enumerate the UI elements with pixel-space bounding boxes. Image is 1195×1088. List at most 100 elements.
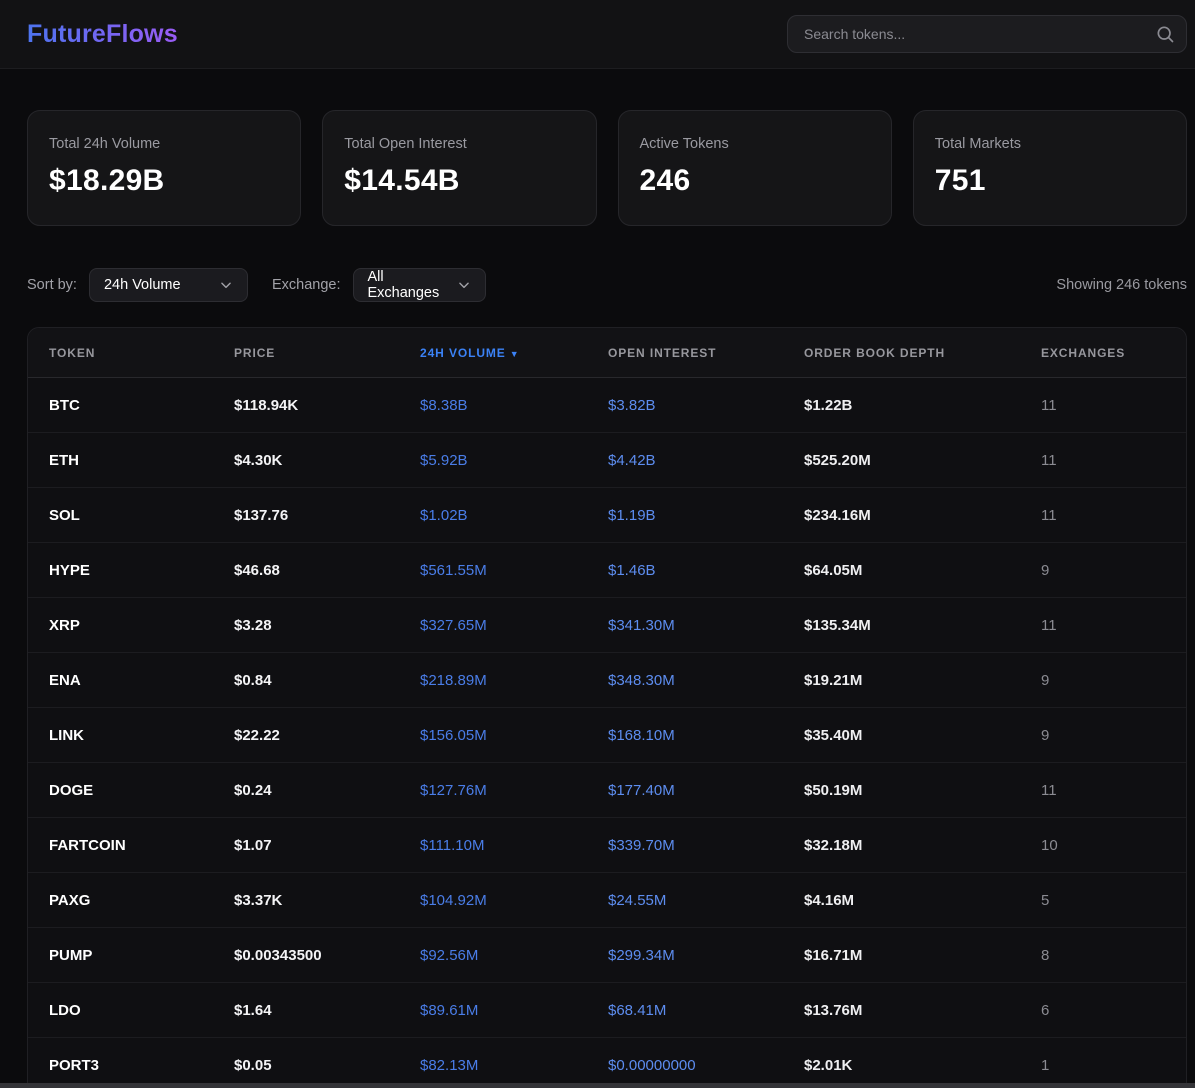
table-row[interactable]: ENA $0.84 $218.89M $348.30M $19.21M 9 bbox=[28, 653, 1186, 708]
token-price: $0.24 bbox=[234, 782, 420, 799]
token-24h-volume: $561.55M bbox=[420, 562, 608, 579]
showing-tokens-count: Showing 246 tokens bbox=[1056, 277, 1187, 293]
app-logo: FutureFlows bbox=[27, 20, 178, 49]
stat-value: $14.54B bbox=[344, 164, 574, 198]
stat-card-total-24h-volume: Total 24h Volume $18.29B bbox=[27, 110, 301, 226]
stat-label: Total Open Interest bbox=[344, 136, 574, 152]
token-exchanges: 11 bbox=[1041, 507, 1186, 524]
token-depth: $64.05M bbox=[804, 562, 1041, 579]
token-symbol: PAXG bbox=[49, 892, 234, 909]
token-price: $0.84 bbox=[234, 672, 420, 689]
table-row[interactable]: PORT3 $0.05 $82.13M $0.00000000 $2.01K 1 bbox=[28, 1038, 1186, 1088]
token-price: $3.37K bbox=[234, 892, 420, 909]
table-row[interactable]: HYPE $46.68 $561.55M $1.46B $64.05M 9 bbox=[28, 543, 1186, 598]
token-24h-volume: $218.89M bbox=[420, 672, 608, 689]
column-header-price[interactable]: Price bbox=[234, 346, 420, 360]
column-header-token[interactable]: Token bbox=[49, 346, 234, 360]
token-price: $118.94K bbox=[234, 397, 420, 414]
table-row[interactable]: SOL $137.76 $1.02B $1.19B $234.16M 11 bbox=[28, 488, 1186, 543]
top-bar: FutureFlows bbox=[0, 0, 1195, 69]
token-depth: $50.19M bbox=[804, 782, 1041, 799]
token-open-interest: $4.42B bbox=[608, 452, 804, 469]
token-24h-volume: $111.10M bbox=[420, 837, 608, 854]
token-symbol: HYPE bbox=[49, 562, 234, 579]
token-symbol: BTC bbox=[49, 397, 234, 414]
token-24h-volume: $82.13M bbox=[420, 1057, 608, 1074]
token-depth: $4.16M bbox=[804, 892, 1041, 909]
table-row[interactable]: BTC $118.94K $8.38B $3.82B $1.22B 11 bbox=[28, 378, 1186, 433]
exchange-select[interactable]: All Exchanges bbox=[353, 268, 486, 302]
token-24h-volume: $327.65M bbox=[420, 617, 608, 634]
column-header-24h-volume[interactable]: 24h Volume▼ bbox=[420, 346, 608, 360]
token-24h-volume: $5.92B bbox=[420, 452, 608, 469]
token-exchanges: 5 bbox=[1041, 892, 1186, 909]
token-24h-volume: $8.38B bbox=[420, 397, 608, 414]
table-row[interactable]: DOGE $0.24 $127.76M $177.40M $50.19M 11 bbox=[28, 763, 1186, 818]
chevron-down-icon bbox=[457, 278, 471, 292]
token-exchanges: 11 bbox=[1041, 452, 1186, 469]
token-open-interest: $348.30M bbox=[608, 672, 804, 689]
token-depth: $234.16M bbox=[804, 507, 1041, 524]
sort-select-value: 24h Volume bbox=[104, 277, 181, 293]
token-open-interest: $341.30M bbox=[608, 617, 804, 634]
token-price: $1.07 bbox=[234, 837, 420, 854]
table-row[interactable]: PUMP $0.00343500 $92.56M $299.34M $16.71… bbox=[28, 928, 1186, 983]
table-row[interactable]: ETH $4.30K $5.92B $4.42B $525.20M 11 bbox=[28, 433, 1186, 488]
token-symbol: LINK bbox=[49, 727, 234, 744]
token-depth: $16.71M bbox=[804, 947, 1041, 964]
chevron-down-icon bbox=[219, 278, 233, 292]
token-exchanges: 10 bbox=[1041, 837, 1186, 854]
token-exchanges: 6 bbox=[1041, 1002, 1186, 1019]
search-input[interactable] bbox=[787, 15, 1187, 53]
token-symbol: DOGE bbox=[49, 782, 234, 799]
bottom-edge-strip bbox=[0, 1083, 1195, 1088]
column-header-exchanges[interactable]: Exchanges bbox=[1041, 346, 1186, 360]
token-open-interest: $0.00000000 bbox=[608, 1057, 804, 1074]
token-open-interest: $177.40M bbox=[608, 782, 804, 799]
token-price: $1.64 bbox=[234, 1002, 420, 1019]
token-price: $3.28 bbox=[234, 617, 420, 634]
token-exchanges: 8 bbox=[1041, 947, 1186, 964]
table-row[interactable]: FARTCOIN $1.07 $111.10M $339.70M $32.18M… bbox=[28, 818, 1186, 873]
token-open-interest: $1.19B bbox=[608, 507, 804, 524]
tokens-table: Token Price 24h Volume▼ Open Interest Or… bbox=[27, 327, 1187, 1088]
table-row[interactable]: LDO $1.64 $89.61M $68.41M $13.76M 6 bbox=[28, 983, 1186, 1038]
token-price: $46.68 bbox=[234, 562, 420, 579]
token-symbol: XRP bbox=[49, 617, 234, 634]
sort-select[interactable]: 24h Volume bbox=[89, 268, 248, 302]
table-row[interactable]: LINK $22.22 $156.05M $168.10M $35.40M 9 bbox=[28, 708, 1186, 763]
token-exchanges: 11 bbox=[1041, 617, 1186, 634]
stat-label: Total 24h Volume bbox=[49, 136, 279, 152]
table-row[interactable]: PAXG $3.37K $104.92M $24.55M $4.16M 5 bbox=[28, 873, 1186, 928]
token-open-interest: $299.34M bbox=[608, 947, 804, 964]
column-header-open-interest[interactable]: Open Interest bbox=[608, 346, 804, 360]
token-depth: $525.20M bbox=[804, 452, 1041, 469]
table-body: BTC $118.94K $8.38B $3.82B $1.22B 11 ETH… bbox=[28, 378, 1186, 1088]
table-row[interactable]: XRP $3.28 $327.65M $341.30M $135.34M 11 bbox=[28, 598, 1186, 653]
token-depth: $13.76M bbox=[804, 1002, 1041, 1019]
exchange-label: Exchange: bbox=[272, 277, 341, 293]
token-open-interest: $168.10M bbox=[608, 727, 804, 744]
token-price: $137.76 bbox=[234, 507, 420, 524]
token-exchanges: 9 bbox=[1041, 727, 1186, 744]
filters-row: Sort by: 24h Volume Exchange: All Exchan… bbox=[27, 268, 1187, 302]
stat-card-active-tokens: Active Tokens 246 bbox=[618, 110, 892, 226]
stat-value: 246 bbox=[640, 164, 870, 198]
token-24h-volume: $127.76M bbox=[420, 782, 608, 799]
stat-card-total-open-interest: Total Open Interest $14.54B bbox=[322, 110, 596, 226]
token-exchanges: 11 bbox=[1041, 397, 1186, 414]
token-depth: $35.40M bbox=[804, 727, 1041, 744]
exchange-select-value: All Exchanges bbox=[368, 269, 447, 301]
token-exchanges: 11 bbox=[1041, 782, 1186, 799]
token-symbol: LDO bbox=[49, 1002, 234, 1019]
sort-by-label: Sort by: bbox=[27, 277, 77, 293]
token-symbol: PUMP bbox=[49, 947, 234, 964]
token-symbol: ETH bbox=[49, 452, 234, 469]
search-bar bbox=[787, 15, 1187, 53]
token-depth: $19.21M bbox=[804, 672, 1041, 689]
token-price: $0.00343500 bbox=[234, 947, 420, 964]
token-price: $22.22 bbox=[234, 727, 420, 744]
token-price: $4.30K bbox=[234, 452, 420, 469]
column-header-order-book-depth[interactable]: Order Book Depth bbox=[804, 346, 1041, 360]
token-24h-volume: $156.05M bbox=[420, 727, 608, 744]
